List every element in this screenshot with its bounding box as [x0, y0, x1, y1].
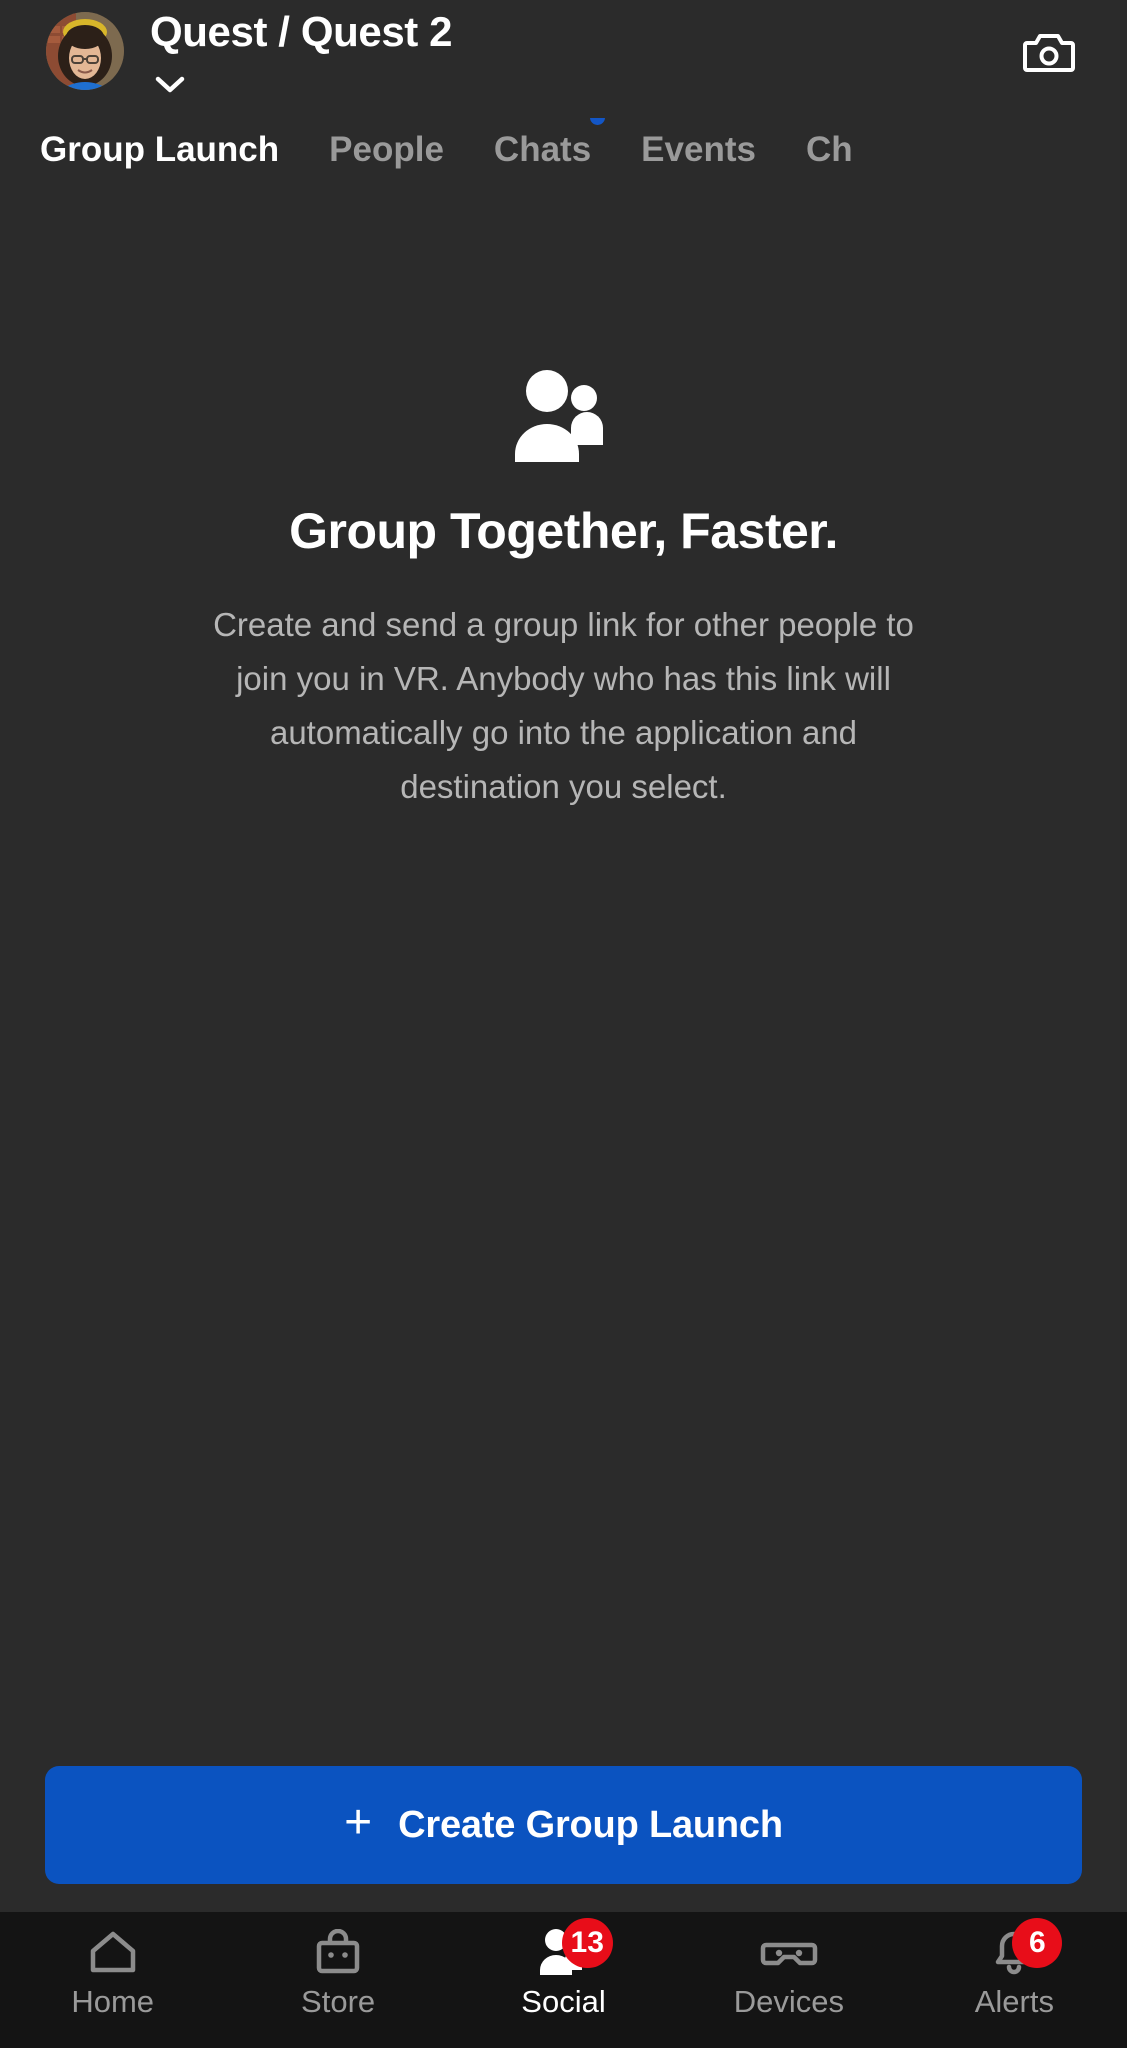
store-bag-icon — [308, 1928, 368, 1976]
empty-state-title: Group Together, Faster. — [289, 503, 838, 559]
nav-item-alerts[interactable]: 6 Alerts — [902, 1918, 1127, 2019]
tab-challenges[interactable]: Ch — [806, 132, 853, 167]
tab-label: Group Launch — [40, 129, 280, 169]
tab-chats[interactable]: Chats — [493, 118, 606, 169]
tab-label: Ch — [805, 129, 853, 169]
nav-item-store[interactable]: Store — [225, 1928, 450, 2017]
tab-label: People — [329, 129, 444, 169]
notification-dot-icon — [590, 118, 606, 125]
create-group-launch-button[interactable]: + Create Group Launch — [45, 1766, 1082, 1884]
cta-container: + Create Group Launch — [0, 1766, 1127, 1884]
nav-label: Alerts — [974, 1984, 1054, 2019]
nav-label: Store — [301, 1984, 376, 2019]
nav-item-social[interactable]: 13 Social — [451, 1918, 676, 2019]
home-icon — [83, 1928, 143, 1976]
camera-icon[interactable] — [1023, 31, 1075, 75]
people-icon: 13 — [534, 1918, 613, 1976]
bell-icon: 6 — [984, 1918, 1063, 1976]
vr-headset-icon — [759, 1928, 819, 1976]
tab-group-launch[interactable]: Group Launch — [40, 132, 279, 167]
nav-label: Devices — [733, 1984, 845, 2019]
empty-state-description: Create and send a group link for other p… — [213, 606, 914, 805]
app-header: Quest / Quest 2 — [0, 0, 1127, 118]
bottom-navigation: Home Store 13 Social Devices 6 Alerts — [0, 1912, 1127, 2048]
tab-label: Events — [641, 129, 756, 169]
plus-icon: + — [344, 1796, 373, 1849]
nav-item-home[interactable]: Home — [0, 1928, 225, 2017]
avatar[interactable] — [46, 12, 124, 90]
nav-label: Social — [521, 1984, 606, 2019]
nav-item-devices[interactable]: Devices — [676, 1928, 901, 2017]
people-group-icon — [509, 370, 619, 462]
main-content: Group Together, Faster. Create and send … — [0, 180, 1127, 1912]
chevron-down-icon[interactable] — [152, 70, 188, 98]
alerts-badge: 6 — [1012, 1918, 1063, 1968]
nav-label: Home — [71, 1984, 155, 2019]
page-title: Quest / Quest 2 — [150, 8, 453, 55]
create-group-launch-label: Create Group Launch — [398, 1803, 783, 1846]
social-badge: 13 — [561, 1918, 613, 1968]
tab-bar: Group Launch People Chats Events Ch — [0, 118, 1127, 180]
tab-people[interactable]: People — [329, 132, 444, 167]
quest-social-screen: Quest / Quest 2 Group Launch People Chat… — [0, 0, 1127, 2048]
tab-events[interactable]: Events — [641, 132, 756, 167]
tab-label: Chats — [493, 129, 592, 169]
